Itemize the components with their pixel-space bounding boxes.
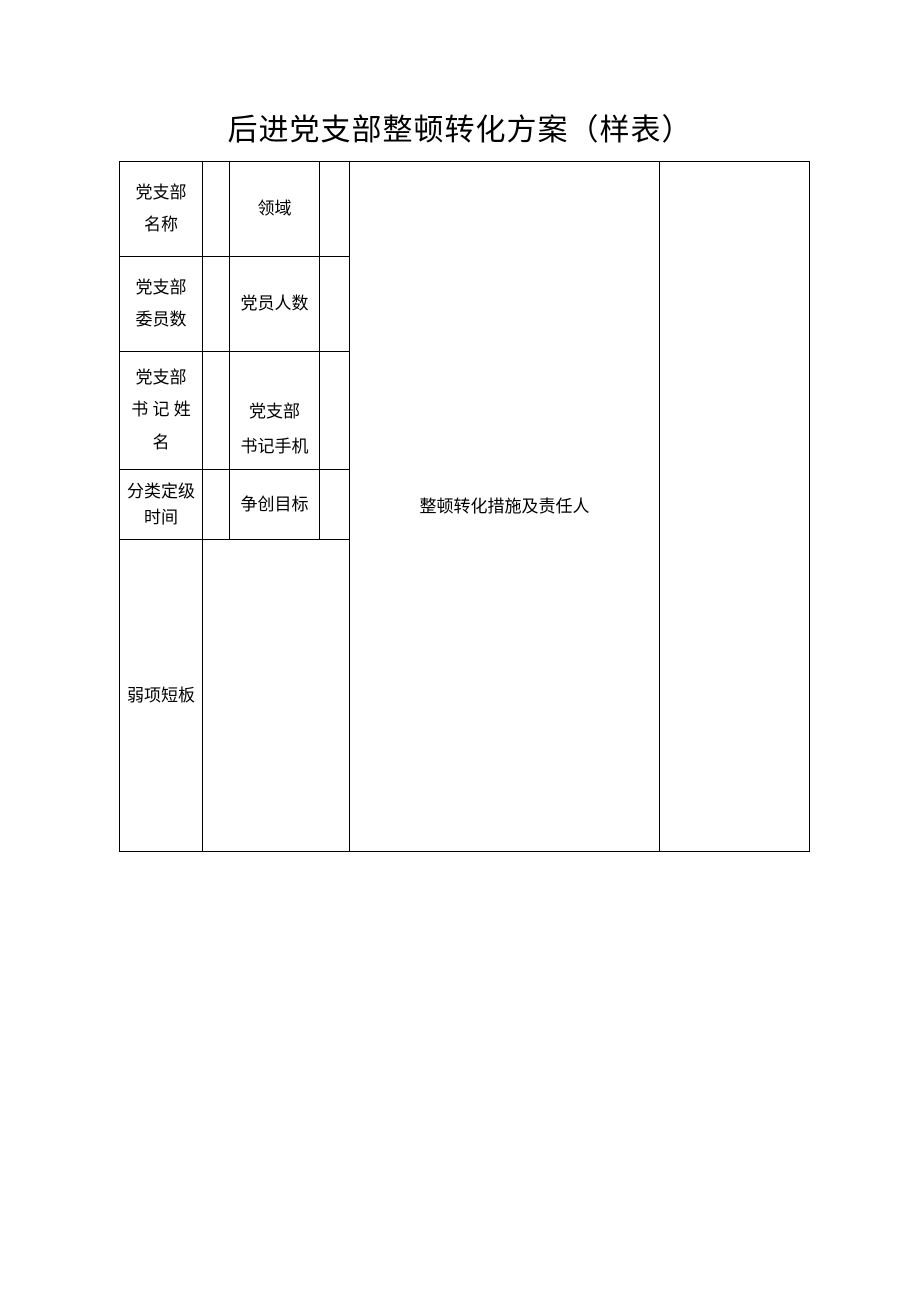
value-weakness	[203, 540, 350, 852]
label-target: 争创目标	[230, 470, 320, 540]
value-target	[320, 470, 350, 540]
value-grading-time	[203, 470, 230, 540]
value-measures	[660, 162, 810, 852]
form-table-wrap: 党支部名称 领域 整顿转化措施及责任人 党支部委员数 党员人数 党支部书 记 姓…	[119, 161, 809, 852]
value-field	[320, 162, 350, 257]
label-weakness: 弱项短板	[120, 540, 203, 852]
value-secretary-name	[203, 352, 230, 470]
label-measures: 整顿转化措施及责任人	[350, 162, 660, 852]
form-table: 党支部名称 领域 整顿转化措施及责任人 党支部委员数 党员人数 党支部书 记 姓…	[119, 161, 810, 852]
page-title: 后进党支部整顿转化方案（样表）	[0, 105, 920, 149]
label-committee-count: 党支部委员数	[120, 257, 203, 352]
value-member-count	[320, 257, 350, 352]
label-branch-name: 党支部名称	[120, 162, 203, 257]
label-grading-time: 分类定级时间	[120, 470, 203, 540]
value-branch-name	[203, 162, 230, 257]
label-secretary-phone: 党支部书记手机	[230, 352, 320, 470]
value-secretary-phone	[320, 352, 350, 470]
label-field: 领域	[230, 162, 320, 257]
label-member-count: 党员人数	[230, 257, 320, 352]
label-secretary-name: 党支部书 记 姓名	[120, 352, 203, 470]
value-committee-count	[203, 257, 230, 352]
